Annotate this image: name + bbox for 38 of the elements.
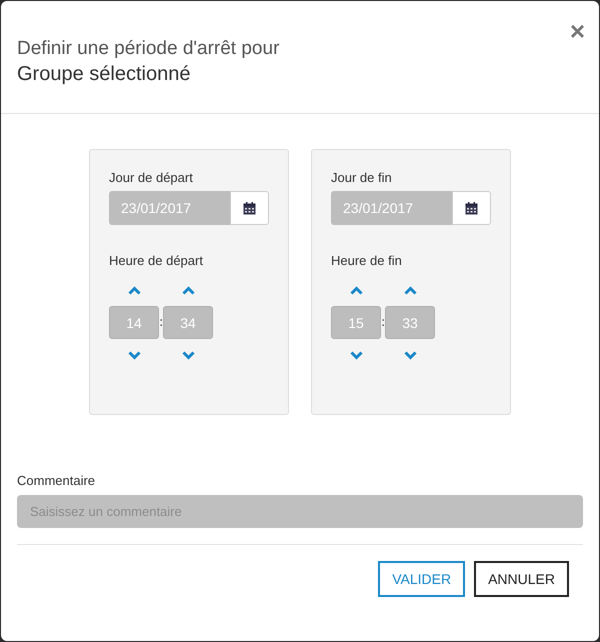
field-label: Heure de fin <box>331 253 403 268</box>
validate-button[interactable]: VALIDER <box>378 561 466 597</box>
hour-field[interactable]: 15 <box>331 306 381 339</box>
increment-button[interactable] <box>402 284 418 296</box>
minute-field[interactable]: 33 <box>385 306 435 339</box>
chevron-down-icon <box>128 350 140 360</box>
minute-field[interactable]: 34 <box>163 306 213 339</box>
dialog-subtitle: Groupe sélectionné <box>17 62 192 87</box>
date-field[interactable]: 23/01/2017 <box>331 191 452 225</box>
increment-button[interactable] <box>180 284 196 296</box>
calendar-icon <box>465 202 478 214</box>
hour-field[interactable]: 14 <box>109 306 159 339</box>
chevron-up-icon <box>182 286 194 294</box>
calendar-button[interactable] <box>230 191 269 225</box>
cancel-button[interactable]: ANNULER <box>474 561 569 597</box>
dialog-title: Definir une période d'arrêt pour <box>17 37 280 61</box>
decrement-button[interactable] <box>180 349 196 361</box>
time-separator: : <box>381 315 385 330</box>
date-field[interactable]: 23/01/2017 <box>109 191 230 225</box>
chevron-down-icon <box>350 350 362 360</box>
chevron-down-icon <box>404 350 416 360</box>
calendar-icon <box>243 202 256 214</box>
chevron-up-icon <box>128 286 140 294</box>
time-separator: : <box>159 315 163 330</box>
increment-button[interactable] <box>348 284 364 296</box>
decrement-button[interactable] <box>402 349 418 361</box>
calendar-button[interactable] <box>452 191 491 225</box>
decrement-button[interactable] <box>348 349 364 361</box>
chevron-down-icon <box>182 350 194 360</box>
decrement-button[interactable] <box>126 349 142 361</box>
field-label: Heure de départ <box>109 253 204 268</box>
close-button[interactable]: × <box>570 19 585 43</box>
chevron-up-icon <box>404 286 416 294</box>
field-label: Jour de fin <box>331 170 393 185</box>
field-label: Jour de départ <box>109 170 194 185</box>
chevron-up-icon <box>350 286 362 294</box>
comment-label: Commentaire <box>17 473 96 488</box>
increment-button[interactable] <box>126 284 142 296</box>
